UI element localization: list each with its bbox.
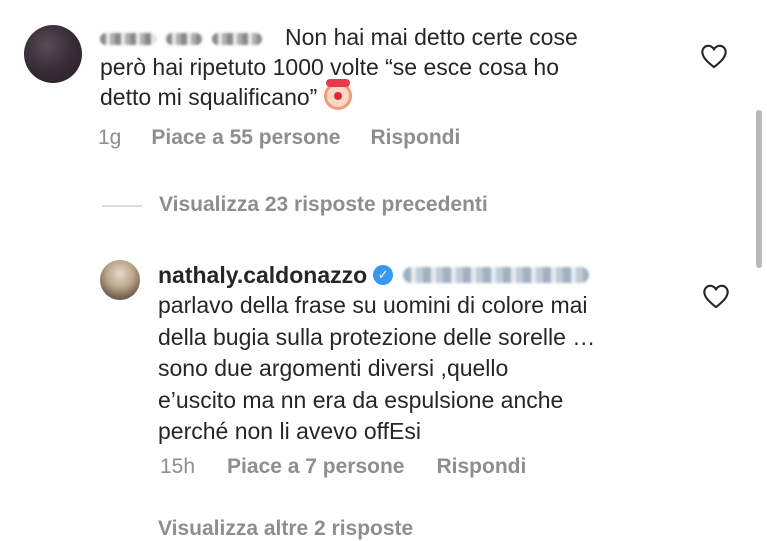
comment-text-line-3: detto mi squalificano” xyxy=(100,84,318,110)
like-heart-icon[interactable] xyxy=(702,283,730,309)
comment-header: nathaly.caldonazzo ✓ xyxy=(158,260,590,290)
replies-divider xyxy=(102,205,142,207)
comment-text-line-2: però hai ripetuto 1000 volte “se esce co… xyxy=(100,54,560,80)
comment-meta: 1g Piace a 55 persone Rispondi xyxy=(98,126,460,150)
scrollbar-thumb[interactable] xyxy=(756,110,762,268)
comment-text: parlavo della frase su uomini di colore … xyxy=(158,292,596,444)
comment-timestamp: 1g xyxy=(98,126,122,149)
comment-text-line-1: Non hai mai detto certe cose xyxy=(285,24,578,50)
comment-meta: 15h Piace a 7 persone Rispondi xyxy=(160,455,526,479)
verified-badge-icon: ✓ xyxy=(373,265,394,285)
comment-timestamp: 15h xyxy=(160,455,196,478)
reply-button[interactable]: Rispondi xyxy=(370,126,460,150)
reply-button[interactable]: Rispondi xyxy=(436,455,526,479)
like-heart-icon[interactable] xyxy=(700,43,728,69)
username-link[interactable]: nathaly.caldonazzo xyxy=(158,260,367,290)
comment-text: Non hai mai detto certe cose però hai ri… xyxy=(100,22,660,112)
likes-count-link[interactable]: Piace a 7 persone xyxy=(227,455,404,479)
clown-face-icon xyxy=(323,79,352,110)
view-previous-replies-link[interactable]: Visualizza 23 risposte precedenti xyxy=(159,193,488,217)
mention-redacted[interactable] xyxy=(403,267,590,283)
view-more-replies-link[interactable]: Visualizza altre 2 risposte xyxy=(158,517,413,541)
avatar[interactable] xyxy=(24,25,82,83)
avatar[interactable] xyxy=(100,260,140,300)
likes-count-link[interactable]: Piace a 55 persone xyxy=(151,126,340,150)
